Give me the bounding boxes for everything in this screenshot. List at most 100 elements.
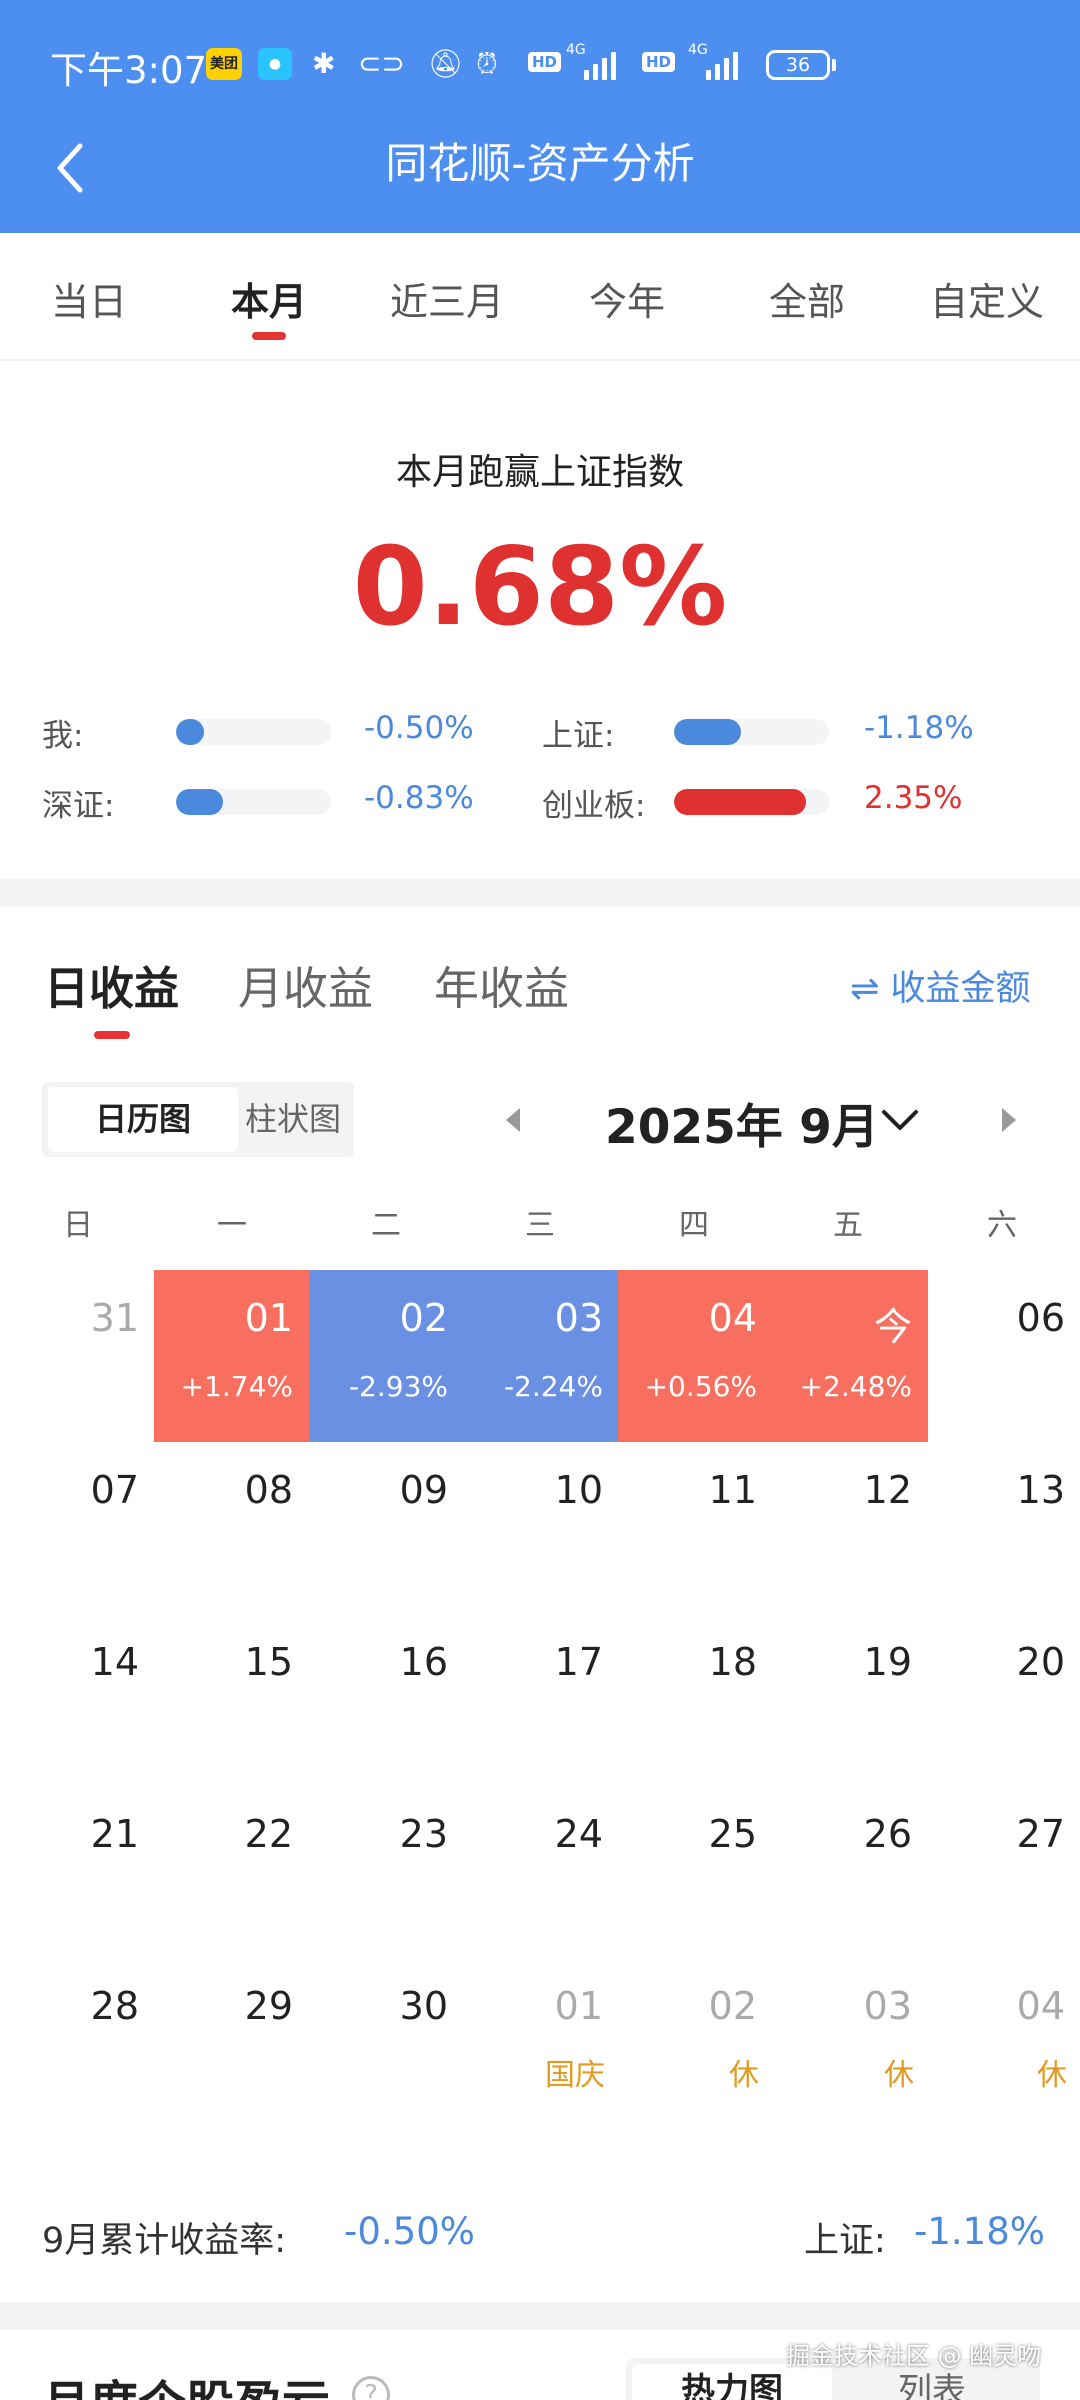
calendar-day[interactable]: 04 +0.56%: [618, 1270, 773, 1442]
return-amount-toggle[interactable]: ⇌ 收益金额: [850, 960, 1030, 1011]
month-return-value: -0.50%: [344, 2210, 475, 2253]
calendar-day-return: +2.48%: [799, 1370, 912, 1403]
calendar-day[interactable]: 17: [464, 1614, 619, 1786]
compare-bar-sh: [674, 719, 829, 745]
calendar-day[interactable]: 10: [464, 1442, 619, 1614]
calendar-day[interactable]: 19: [773, 1614, 928, 1786]
calendar-day[interactable]: 01 国庆: [464, 1958, 619, 2130]
calendar-day-number: 27: [1016, 1812, 1065, 1856]
bar-view-button[interactable]: 柱状图: [238, 1087, 348, 1152]
tab-monthly-return[interactable]: 月收益: [238, 952, 373, 1017]
calendar-day[interactable]: 20: [926, 1614, 1080, 1786]
calendar-day[interactable]: 06: [926, 1270, 1080, 1442]
tab-this-year[interactable]: 今年: [552, 271, 702, 326]
calendar-day-number: 29: [244, 1984, 293, 2028]
compare-bar-me: [176, 719, 331, 745]
tab-daily-return[interactable]: 日收益: [44, 952, 179, 1017]
calendar-day-number: 21: [90, 1812, 139, 1856]
battery-icon: 36: [766, 50, 830, 80]
chevron-down-icon[interactable]: [878, 1102, 922, 1138]
calendar-day-number: 10: [554, 1468, 603, 1512]
calendar-day[interactable]: 29: [154, 1958, 309, 2130]
compare-label-me: 我:: [42, 718, 84, 754]
period-tabs: 当日 本月 近三月 今年 全部 自定义: [0, 233, 1080, 361]
calendar-day[interactable]: 09: [309, 1442, 464, 1614]
calendar-day[interactable]: 18: [618, 1614, 773, 1786]
nfc-icon: ⊂⊃: [358, 47, 405, 80]
tab-today[interactable]: 当日: [14, 271, 164, 326]
calendar-day-number: 07: [90, 1468, 139, 1512]
month-label[interactable]: 2025年 9月: [605, 1088, 879, 1157]
compare-bar-fill: [176, 789, 223, 815]
holiday-label: 国庆: [545, 2058, 605, 2093]
weekday-label: 四: [679, 1208, 709, 1243]
network-type-1: 4G: [566, 42, 586, 58]
tab-custom[interactable]: 自定义: [912, 271, 1062, 326]
calendar-day[interactable]: 02 -2.93%: [309, 1270, 464, 1442]
tab-all[interactable]: 全部: [732, 271, 882, 326]
calendar-day[interactable]: 22: [154, 1786, 309, 1958]
sh-index-value: -1.18%: [914, 2210, 1045, 2253]
calendar-day-number: 03: [554, 1296, 603, 1340]
calendar-day[interactable]: 03 休: [773, 1958, 928, 2130]
bluetooth-icon: ✱: [312, 47, 336, 80]
calendar-day[interactable]: 21: [0, 1786, 155, 1958]
calendar-day-number: 02: [708, 1984, 757, 2028]
calendar-day[interactable]: 26: [773, 1786, 928, 1958]
tab-this-month[interactable]: 本月: [194, 271, 344, 326]
calendar-day[interactable]: 07: [0, 1442, 155, 1614]
calendar-day-number: 08: [244, 1468, 293, 1512]
help-icon[interactable]: ?: [352, 2376, 390, 2400]
calendar-day[interactable]: 13: [926, 1442, 1080, 1614]
weekday-label: 三: [525, 1208, 555, 1243]
status-bar: 下午3:07 美团 ● ✱ ⊂⊃ 🔕︎ ⏰︎ HD 4G HD 4G 36: [0, 0, 1080, 120]
calendar-day-number: 02: [399, 1296, 448, 1340]
weekday-label: 日: [63, 1208, 93, 1243]
weekday-label: 六: [987, 1208, 1017, 1243]
calendar-day[interactable]: 11: [618, 1442, 773, 1614]
calendar-day[interactable]: 01 +1.74%: [154, 1270, 309, 1442]
calendar-day[interactable]: 31: [0, 1270, 155, 1442]
calendar-day[interactable]: 24: [464, 1786, 619, 1958]
app-header: 下午3:07 美团 ● ✱ ⊂⊃ 🔕︎ ⏰︎ HD 4G HD 4G 36 同花…: [0, 0, 1080, 233]
calendar-day-number: 20: [1016, 1640, 1065, 1684]
calendar-day-return: +0.56%: [644, 1370, 757, 1403]
calendar-day-number: 26: [863, 1812, 912, 1856]
view-segment: 日历图 柱状图: [42, 1082, 354, 1157]
compare-label-cyb: 创业板:: [542, 788, 646, 824]
hd-icon: HD: [528, 52, 562, 72]
tab-three-months[interactable]: 近三月: [372, 271, 522, 326]
calendar-day[interactable]: 今 +2.48%: [773, 1270, 928, 1442]
calendar-day[interactable]: 04 休: [926, 1958, 1080, 2130]
calendar-day[interactable]: 15: [154, 1614, 309, 1786]
calendar-day[interactable]: 03 -2.24%: [464, 1270, 619, 1442]
holiday-label: 休: [729, 2058, 759, 2093]
calendar-day-number: 18: [708, 1640, 757, 1684]
calendar-day[interactable]: 14: [0, 1614, 155, 1786]
sh-index-label: 上证:: [804, 2221, 886, 2261]
calendar-day-return: -2.24%: [503, 1370, 603, 1403]
compare-bar-fill: [176, 719, 204, 745]
calendar-day[interactable]: 12: [773, 1442, 928, 1614]
calendar-day[interactable]: 23: [309, 1786, 464, 1958]
calendar-day[interactable]: 27: [926, 1786, 1080, 1958]
calendar-day-number: 09: [399, 1468, 448, 1512]
calendar-day-number: 今: [873, 1305, 912, 1349]
compare-bar-fill: [674, 719, 741, 745]
calendar-day-number: 31: [90, 1296, 139, 1340]
calendar-day[interactable]: 30: [309, 1958, 464, 2130]
calendar-day[interactable]: 16: [309, 1614, 464, 1786]
next-month-icon[interactable]: [994, 1100, 1024, 1140]
calendar-day[interactable]: 02 休: [618, 1958, 773, 2130]
calendar-day[interactable]: 08: [154, 1442, 309, 1614]
calendar-day[interactable]: 25: [618, 1786, 773, 1958]
compare-bar-cyb: [674, 789, 829, 815]
month-return-label: 9月累计收益率:: [42, 2221, 287, 2261]
tab-yearly-return[interactable]: 年收益: [434, 952, 569, 1017]
calendar-view-button[interactable]: 日历图: [48, 1087, 238, 1152]
beat-index-value: 0.68%: [352, 525, 728, 650]
calendar-day-number: 03: [863, 1984, 912, 2028]
calendar-day[interactable]: 28: [0, 1958, 155, 2130]
calendar-day-number: 14: [90, 1640, 139, 1684]
prev-month-icon[interactable]: [498, 1100, 528, 1140]
